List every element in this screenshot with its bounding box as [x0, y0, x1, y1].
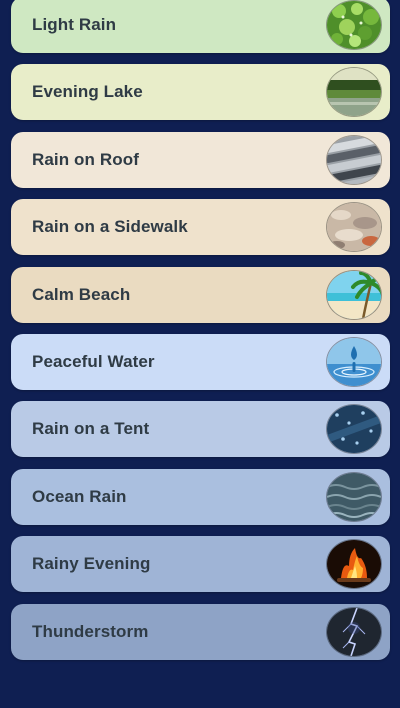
- sound-card-calm-beach[interactable]: Calm Beach: [11, 266, 390, 323]
- sound-label: Rain on a Tent: [32, 419, 150, 439]
- sound-label: Rain on Roof: [32, 149, 139, 169]
- sound-card-rain-on-a-sidewalk[interactable]: Rain on a Sidewalk: [11, 199, 390, 256]
- sound-label: Calm Beach: [32, 284, 131, 304]
- grass-icon: [327, 1, 381, 49]
- sound-label: Thunderstorm: [32, 621, 149, 641]
- sound-label: Light Rain: [32, 15, 117, 34]
- sound-list-screen: { "sounds": [ {"label": "Light Rain", "b…: [0, 0, 400, 708]
- sound-list: Light Rain Evening Lake Rain on Roof Rai…: [11, 0, 390, 671]
- sound-card-rain-on-roof[interactable]: Rain on Roof: [11, 131, 390, 188]
- sound-card-light-rain[interactable]: Light Rain: [11, 0, 390, 53]
- beach-icon: [327, 270, 381, 319]
- water-drop-icon: [327, 337, 381, 386]
- sidewalk-icon: [327, 203, 381, 252]
- sound-label: Rainy Evening: [32, 554, 151, 574]
- sound-card-thunderstorm[interactable]: Thunderstorm: [11, 603, 390, 660]
- sound-card-rain-on-a-tent[interactable]: Rain on a Tent: [11, 401, 390, 458]
- sound-card-rainy-evening[interactable]: Rainy Evening: [11, 536, 390, 593]
- lightning-icon: [327, 607, 381, 656]
- tent-icon: [327, 405, 381, 454]
- lake-icon: [327, 68, 381, 117]
- sound-card-ocean-rain[interactable]: Ocean Rain: [11, 468, 390, 525]
- sound-card-peaceful-water[interactable]: Peaceful Water: [11, 333, 390, 390]
- sound-label: Rain on a Sidewalk: [32, 217, 188, 237]
- fireplace-icon: [327, 540, 381, 589]
- sound-label: Ocean Rain: [32, 486, 127, 506]
- sound-label: Evening Lake: [32, 82, 143, 102]
- ocean-icon: [327, 472, 381, 521]
- sound-card-evening-lake[interactable]: Evening Lake: [11, 64, 390, 121]
- roof-icon: [327, 135, 381, 184]
- sound-label: Peaceful Water: [32, 351, 155, 371]
